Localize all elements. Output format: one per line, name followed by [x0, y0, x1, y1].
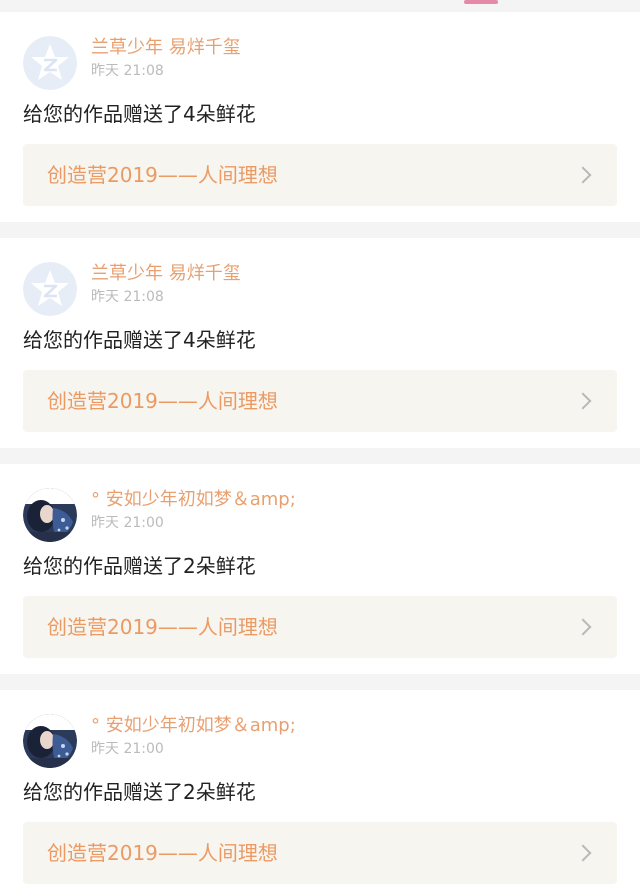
work-link[interactable]: 创造营2019——人间理想 [23, 596, 617, 658]
work-link[interactable]: 创造营2019——人间理想 [23, 144, 617, 206]
work-link[interactable]: 创造营2019——人间理想 [23, 822, 617, 884]
notification-message: 给您的作品赠送了2朵鲜花 [23, 554, 256, 578]
avatar[interactable] [23, 714, 77, 768]
photo-avatar-icon [23, 714, 77, 768]
work-link[interactable]: 创造营2019——人间理想 [23, 370, 617, 432]
qzone-default-avatar-icon [23, 36, 77, 90]
avatar[interactable] [23, 36, 77, 90]
qzone-default-avatar-icon [23, 262, 77, 316]
work-title: 创造营2019——人间理想 [47, 163, 278, 187]
timestamp: 昨天 21:00 [91, 515, 164, 531]
active-tab-indicator [464, 0, 498, 4]
notification-meta: 兰草少年 易烊千玺 昨天 21:08 [91, 36, 241, 81]
notification-message: 给您的作品赠送了4朵鲜花 [23, 102, 256, 126]
notification-header: 兰草少年 易烊千玺 昨天 21:08 [23, 262, 617, 316]
notification-meta: ° 安如少年初如梦＆amp; 昨天 21:00 [91, 714, 296, 759]
work-title: 创造营2019——人间理想 [47, 389, 278, 413]
notification-card: ° 安如少年初如梦＆amp; 昨天 21:00 给您的作品赠送了2朵鲜花 创造营… [0, 690, 640, 893]
chevron-right-icon [574, 166, 592, 184]
chevron-right-icon [574, 618, 592, 636]
avatar[interactable] [23, 262, 77, 316]
notification-card: 兰草少年 易烊千玺 昨天 21:08 给您的作品赠送了4朵鲜花 创造营2019—… [0, 238, 640, 448]
work-title: 创造营2019——人间理想 [47, 615, 278, 639]
notification-card: 兰草少年 易烊千玺 昨天 21:08 给您的作品赠送了4朵鲜花 创造营2019—… [0, 12, 640, 222]
photo-avatar-icon [23, 488, 77, 542]
notification-header: ° 安如少年初如梦＆amp; 昨天 21:00 [23, 488, 617, 542]
work-title: 创造营2019——人间理想 [47, 841, 278, 865]
notification-meta: ° 安如少年初如梦＆amp; 昨天 21:00 [91, 488, 296, 533]
avatar[interactable] [23, 488, 77, 542]
user-name[interactable]: ° 安如少年初如梦＆amp; [91, 488, 296, 512]
notification-header: 兰草少年 易烊千玺 昨天 21:08 [23, 36, 617, 90]
timestamp: 昨天 21:08 [91, 289, 164, 305]
timestamp: 昨天 21:00 [91, 741, 164, 757]
notification-page: 兰草少年 易烊千玺 昨天 21:08 给您的作品赠送了4朵鲜花 创造营2019—… [0, 0, 640, 893]
notification-message: 给您的作品赠送了4朵鲜花 [23, 328, 256, 352]
chevron-right-icon [574, 844, 592, 862]
notification-header: ° 安如少年初如梦＆amp; 昨天 21:00 [23, 714, 617, 768]
chevron-right-icon [574, 392, 592, 410]
notification-meta: 兰草少年 易烊千玺 昨天 21:08 [91, 262, 241, 307]
user-name[interactable]: 兰草少年 易烊千玺 [91, 36, 241, 60]
notification-message: 给您的作品赠送了2朵鲜花 [23, 780, 256, 804]
user-name[interactable]: 兰草少年 易烊千玺 [91, 262, 241, 286]
notification-feed: 兰草少年 易烊千玺 昨天 21:08 给您的作品赠送了4朵鲜花 创造营2019—… [0, 0, 640, 893]
notification-card: ° 安如少年初如梦＆amp; 昨天 21:00 给您的作品赠送了2朵鲜花 创造营… [0, 464, 640, 674]
user-name[interactable]: ° 安如少年初如梦＆amp; [91, 714, 296, 738]
timestamp: 昨天 21:08 [91, 63, 164, 79]
